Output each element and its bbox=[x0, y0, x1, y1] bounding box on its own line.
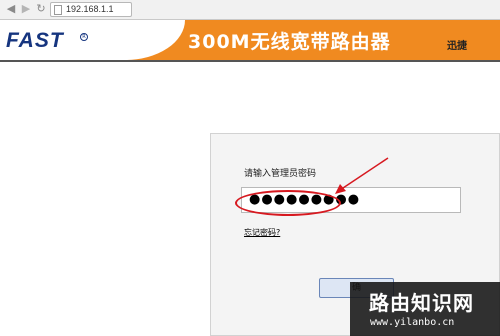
banner-divider bbox=[0, 60, 500, 62]
product-title: 300M无线宽带路由器 bbox=[188, 31, 391, 53]
address-bar[interactable]: 192.168.1.1 bbox=[50, 2, 132, 17]
brand-name: 迅捷 bbox=[447, 41, 467, 52]
browser-toolbar: ◀ ▶ ↻ 192.168.1.1 bbox=[0, 0, 500, 20]
logo-area: FAST R bbox=[0, 20, 185, 60]
router-banner: FAST R 300M无线宽带路由器 迅捷 bbox=[0, 20, 500, 60]
registered-mark-icon: R bbox=[80, 33, 88, 41]
watermark: 路由知识网 www.yilanbo.cn bbox=[350, 282, 500, 336]
watermark-title: 路由知识网 bbox=[369, 291, 474, 315]
back-arrow-icon[interactable]: ◀ bbox=[5, 3, 17, 15]
address-text: 192.168.1.1 bbox=[66, 4, 114, 14]
page-icon bbox=[54, 5, 62, 15]
watermark-url: www.yilanbo.cn bbox=[370, 317, 455, 328]
forward-arrow-icon[interactable]: ▶ bbox=[20, 3, 32, 15]
fast-logo: FAST bbox=[6, 29, 64, 52]
forgot-password-link[interactable]: 忘记密码? bbox=[244, 227, 280, 238]
reload-icon[interactable]: ↻ bbox=[35, 3, 47, 15]
highlight-ellipse bbox=[235, 190, 341, 216]
password-label: 请输入管理员密码 bbox=[244, 169, 317, 179]
